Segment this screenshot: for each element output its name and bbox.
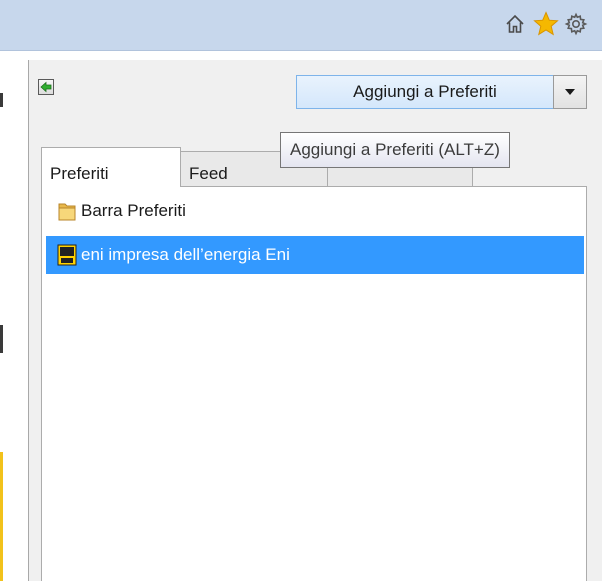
favorites-star-icon[interactable] <box>531 9 561 39</box>
add-to-favorites-button[interactable]: Aggiungi a Preferiti <box>296 75 554 109</box>
home-icon[interactable] <box>500 9 530 39</box>
list-item-label: eni impresa dell’energia Eni <box>81 245 290 264</box>
favorites-center-panel: Aggiungi a Preferiti Aggiungi a Preferit… <box>28 60 602 581</box>
background-page-edge <box>0 93 3 107</box>
list-item-selected[interactable]: eni impresa dell’energia Eni <box>46 236 584 274</box>
tab-feeds-label: Feed <box>189 164 228 183</box>
caret-down-icon <box>565 89 575 95</box>
eni-site-icon <box>57 244 77 266</box>
background-page-accent <box>0 452 3 581</box>
add-to-favorites-dropdown[interactable] <box>553 75 587 109</box>
tab-favorites-label: Preferiti <box>50 164 109 183</box>
background-page-edge <box>0 325 3 353</box>
add-to-favorites-tooltip: Aggiungi a Preferiti (ALT+Z) <box>280 132 510 168</box>
add-to-favorites-label: Aggiungi a Preferiti <box>353 82 497 101</box>
favorites-list: Barra Preferiti eni impresa dell’energia… <box>41 186 587 581</box>
browser-frame: Aggiungi a Preferiti Aggiungi a Preferit… <box>0 0 602 581</box>
tab-favorites[interactable]: Preferiti <box>41 147 181 187</box>
pin-arrow-icon[interactable] <box>38 79 54 95</box>
browser-toolbar <box>0 0 602 51</box>
settings-gear-icon[interactable] <box>561 9 591 39</box>
list-item[interactable]: Barra Preferiti <box>46 192 346 230</box>
tooltip-text: Aggiungi a Preferiti (ALT+Z) <box>290 140 500 159</box>
folder-icon <box>57 200 77 222</box>
list-item-label: Barra Preferiti <box>81 201 186 220</box>
